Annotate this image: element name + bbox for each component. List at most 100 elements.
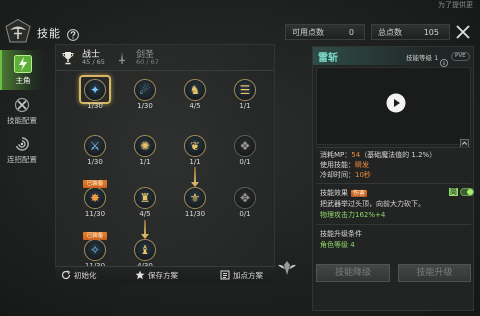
comet-icon: ☄	[134, 79, 156, 101]
divider	[316, 224, 471, 225]
skill-node[interactable]: ♜ 4/5	[130, 187, 160, 221]
close-icon[interactable]	[455, 24, 471, 40]
rune-icon: ❖	[234, 135, 256, 157]
bishop-icon: ♝	[134, 239, 156, 261]
sidebar-item-label: 技能配置	[7, 115, 37, 125]
cooldown-line: 冷却时间：10秒	[320, 170, 371, 180]
mode-tag: PVE	[451, 52, 470, 61]
toggle-knob	[467, 189, 473, 195]
info-icon[interactable]	[440, 52, 448, 67]
skill-level: 11/30	[184, 210, 206, 218]
equipped-badge: 已装备	[83, 180, 107, 188]
cast-line: 使用技能：瞬发	[320, 160, 369, 170]
skill-level: 1/1	[139, 158, 151, 166]
winged-emblem-icon	[277, 259, 297, 277]
downgrade-button[interactable]: 技能降级	[316, 264, 390, 282]
skill-level: 1/30	[87, 102, 103, 110]
play-icon[interactable]	[386, 93, 406, 113]
effect-label: 技能效果	[320, 189, 348, 197]
skill-level: 4/5	[189, 102, 201, 110]
total-points: 总点数 105	[371, 24, 450, 40]
effect-tag: 伤害	[351, 190, 368, 197]
sidebar-item-label: 主角	[15, 75, 31, 85]
tab-divider	[56, 70, 274, 71]
upgrade-requirement-label: 技能升级条件	[320, 230, 362, 238]
scroll-icon: ☰	[234, 79, 256, 101]
reset-label: 初始化	[74, 270, 97, 280]
point-plan-label: 加点方案	[233, 270, 263, 280]
mp-cost-note: （基础魔法值的 1.2%）	[360, 151, 437, 159]
crossed-swords-icon: ⚔	[84, 135, 106, 157]
available-points-label: 可用点数	[292, 27, 324, 37]
chevron-up-icon[interactable]	[460, 133, 469, 148]
skill-node[interactable]: 已装备 ✸ 11/30	[80, 180, 110, 221]
skill-name: 雷斩	[318, 53, 338, 64]
skill-level: 0/1	[239, 158, 251, 166]
skill-level: 4/5	[139, 210, 151, 218]
skill-node[interactable]: ☰ 1/1	[230, 79, 260, 113]
burst-icon: ✺	[134, 135, 156, 157]
tree-connector	[141, 220, 149, 239]
divider	[316, 147, 471, 148]
tree-connector	[191, 167, 199, 187]
star-icon	[135, 270, 145, 280]
skill-node[interactable]: ✥ 0/1	[230, 187, 260, 221]
whirlwind-icon: ✸	[84, 187, 106, 209]
sidebar-item-hero[interactable]: 主角	[0, 50, 44, 90]
cooldown-label: 冷却时间：	[320, 171, 355, 179]
tab-warrior[interactable]: 战士 45 / 65	[60, 45, 110, 69]
knight-icon: ♞	[184, 79, 206, 101]
reset-button[interactable]: 初始化	[61, 266, 97, 284]
cast-value: 瞬发	[355, 161, 369, 169]
corner-notice: 为了提供更	[438, 1, 473, 9]
mp-cost-value: 54	[351, 151, 361, 159]
skill-level: 1/30	[87, 158, 103, 166]
skills-emblem-icon	[4, 18, 32, 44]
effect-line: 技能效果 伤害	[320, 188, 368, 198]
save-plan-button[interactable]: 保存方案	[135, 266, 178, 284]
wings-icon: ❦	[184, 135, 206, 157]
mp-cost-label: 消耗MP：	[320, 151, 352, 159]
detail-toggle[interactable]: 简	[449, 188, 474, 196]
divider	[316, 183, 471, 184]
cooldown-value: 10秒	[355, 171, 371, 179]
skill-level: 1/1	[239, 102, 251, 110]
skill-node[interactable]: ⚜ 11/30	[180, 187, 210, 221]
sidebar-item-skill-config[interactable]: 技能配置	[0, 95, 44, 127]
skill-node[interactable]: ⚔ 1/30	[80, 135, 110, 169]
help-icon[interactable]	[67, 26, 79, 41]
toggle-switch[interactable]	[460, 188, 474, 196]
equipped-badge: 已装备	[83, 232, 107, 240]
point-plan-button[interactable]: 加点方案	[220, 266, 263, 284]
fleur-icon: ⚜	[184, 187, 206, 209]
skill-level: 11/30	[84, 210, 106, 218]
skill-node[interactable]: ✦ 1/30	[79, 75, 111, 113]
wind-slash-icon: ✦	[84, 79, 106, 101]
skill-node[interactable]: ☄ 1/30	[130, 79, 160, 113]
total-points-value: 105	[423, 27, 439, 37]
list-icon	[220, 270, 230, 280]
tab-swordmaster[interactable]: 剑圣 60 / 67	[114, 45, 164, 69]
available-points: 可用点数 0	[285, 24, 365, 40]
upgrade-button[interactable]: 技能升级	[398, 264, 471, 282]
toggle-label: 简	[449, 188, 458, 196]
skill-node[interactable]: ❦ 1/1	[180, 135, 210, 169]
refresh-icon	[61, 270, 71, 280]
skill-level: 0/1	[239, 210, 251, 218]
combo-config-icon	[14, 136, 30, 152]
sidebar-item-label: 连招配置	[7, 154, 37, 164]
skill-node[interactable]: ✺ 1/1	[130, 135, 160, 169]
available-points-value: 0	[348, 27, 354, 37]
skill-node[interactable]: ♞ 4/5	[180, 79, 210, 113]
skill-damage: 物理攻击力162%+4	[320, 211, 386, 219]
mp-cost-line: 消耗MP：54（基础魔法值的 1.2%）	[320, 150, 436, 160]
skill-description: 把武器举过头顶，向前大力砍下。	[320, 200, 425, 208]
trophy-icon	[62, 50, 74, 65]
hero-icon	[14, 54, 32, 73]
upgrade-requirement-value: 角色等级 4	[320, 241, 355, 249]
skill-level: 1/1	[189, 158, 201, 166]
skill-node[interactable]: ❖ 0/1	[230, 135, 260, 169]
skill-level: 1/30	[137, 102, 153, 110]
save-plan-label: 保存方案	[148, 270, 178, 280]
sidebar-item-combo-config[interactable]: 连招配置	[0, 134, 44, 166]
